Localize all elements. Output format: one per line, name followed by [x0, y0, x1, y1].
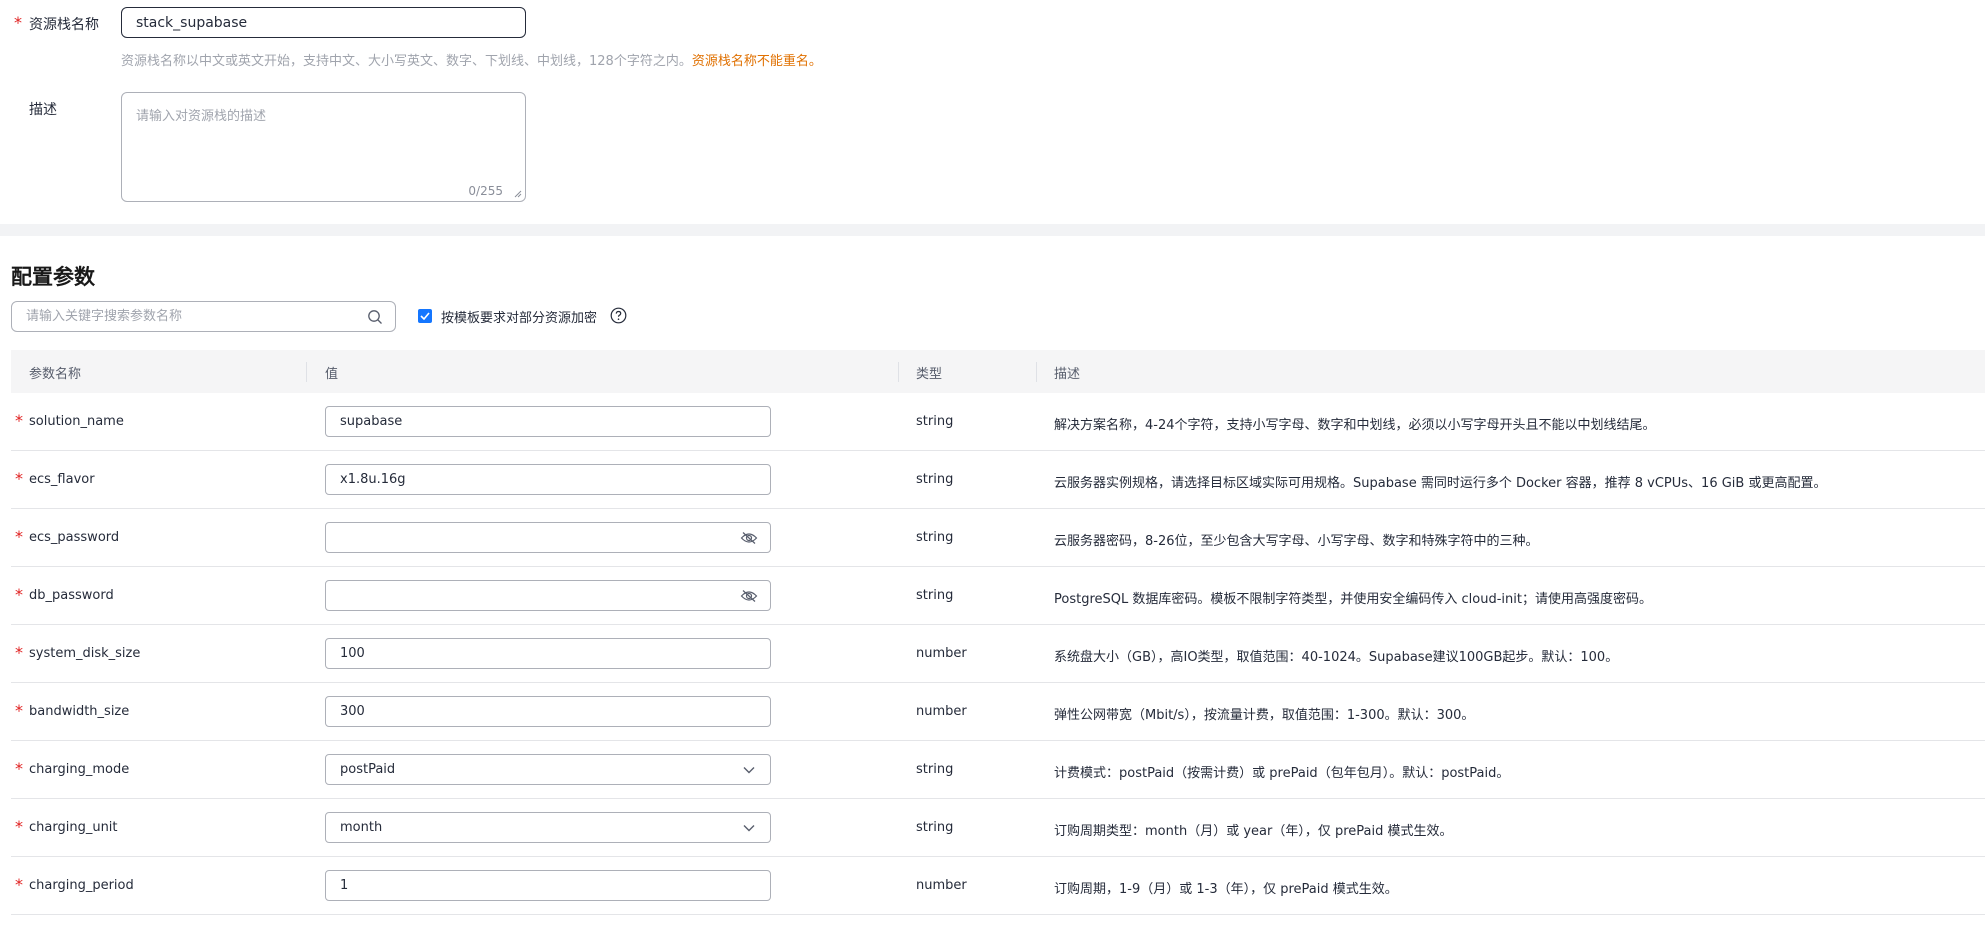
password-input[interactable] [325, 522, 771, 553]
param-name: solution_name [29, 414, 124, 429]
param-name: ecs_flavor [29, 472, 95, 487]
param-name: system_disk_size [29, 646, 141, 661]
column-divider [898, 362, 899, 382]
required-marker: * [15, 411, 23, 430]
table-header: 参数名称 值 类型 描述 [11, 350, 1985, 393]
help-icon[interactable] [610, 307, 627, 324]
stack-name-label: 资源栈名称 [29, 17, 99, 33]
param-value: 1 [340, 878, 349, 893]
required-marker: * [15, 701, 23, 720]
param-value: postPaid [340, 762, 396, 777]
table-row: * bandwidth_size 300 number 弹性公网带宽（Mbit/… [11, 683, 1985, 741]
required-marker: * [15, 817, 23, 836]
param-value-input[interactable]: 300 [325, 696, 771, 727]
param-description: 弹性公网带宽（Mbit/s），按流量计费，取值范围：1-300。默认：300。 [1054, 708, 1475, 723]
param-type: string [916, 472, 954, 487]
param-search-box [11, 301, 396, 332]
param-description: 订购周期，1-9（月）或 1-3（年），仅 prePaid 模式生效。 [1054, 882, 1398, 897]
param-name: ecs_password [29, 530, 120, 545]
param-value: supabase [340, 414, 403, 429]
param-type: string [916, 820, 954, 835]
param-value-input[interactable]: 1 [325, 870, 771, 901]
eye-off-icon[interactable] [740, 589, 758, 603]
param-type: number [916, 704, 967, 719]
param-value: x1.8u.16g [340, 472, 406, 487]
description-textarea[interactable] [122, 93, 525, 201]
required-marker: * [15, 643, 23, 662]
required-marker: * [15, 527, 23, 546]
param-search-input[interactable] [12, 302, 395, 331]
column-header-description: 描述 [1054, 367, 1081, 382]
param-value-input[interactable]: supabase [325, 406, 771, 437]
required-marker: * [14, 13, 22, 32]
stack-name-hint: 资源栈名称以中文或英文开始，支持中文、大小写英文、数字、下划线、中划线，128个… [121, 54, 822, 69]
required-marker: * [15, 759, 23, 778]
table-row: * db_password string PostgreSQL 数据库密码。模板… [11, 567, 1985, 625]
chevron-down-icon [743, 825, 755, 832]
param-type: number [916, 646, 967, 661]
search-icon[interactable] [367, 309, 383, 325]
param-value: month [340, 820, 383, 835]
param-value: 300 [340, 704, 365, 719]
column-divider [306, 362, 307, 382]
param-value-input[interactable]: 100 [325, 638, 771, 669]
param-description: 解决方案名称，4-24个字符，支持小写字母、数字和中划线，必须以小写字母开头且不… [1054, 418, 1656, 433]
param-type: string [916, 762, 954, 777]
stack-name-input[interactable] [121, 7, 526, 38]
table-row: * charging_period 1 number 订购周期，1-9（月）或 … [11, 857, 1985, 915]
param-description: 云服务器实例规格，请选择目标区域实际可用规格。Supabase 需同时运行多个 … [1054, 476, 1827, 491]
required-marker: * [15, 469, 23, 488]
table-row: * solution_name supabase string 解决方案名称，4… [11, 393, 1985, 451]
check-icon [420, 312, 430, 320]
chevron-down-icon [743, 767, 755, 774]
table-row: * ecs_flavor x1.8u.16g string 云服务器实例规格，请… [11, 451, 1985, 509]
param-name: charging_unit [29, 820, 118, 835]
param-name: bandwidth_size [29, 704, 130, 719]
column-divider [1036, 362, 1037, 382]
description-field: 0/255 [121, 92, 526, 202]
param-value: 100 [340, 646, 365, 661]
param-name: charging_period [29, 878, 134, 893]
param-description: 计费模式：postPaid（按需计费）或 prePaid（包年包月）。默认：po… [1054, 766, 1510, 781]
param-description: 系统盘大小（GB），高IO类型，取值范围：40-1024。Supabase建议1… [1054, 650, 1619, 665]
charging-mode-select[interactable]: postPaid [325, 754, 771, 785]
column-header-type: 类型 [916, 367, 943, 382]
param-name: charging_mode [29, 762, 130, 777]
column-header-name: 参数名称 [29, 367, 82, 382]
section-divider [0, 224, 1985, 236]
param-type: string [916, 530, 954, 545]
resize-icon[interactable] [512, 188, 522, 198]
config-section-title: 配置参数 [11, 265, 95, 289]
eye-off-icon[interactable] [740, 531, 758, 545]
param-type: number [916, 878, 967, 893]
table-row: * charging_unit month string 订购周期类型：mont… [11, 799, 1985, 857]
description-counter: 0/255 [468, 184, 503, 198]
encrypt-label: 按模板要求对部分资源加密 [441, 311, 598, 326]
param-description: 订购周期类型：month（月）或 year（年），仅 prePaid 模式生效。 [1054, 824, 1453, 839]
required-marker: * [15, 875, 23, 894]
table-row: * system_disk_size 100 number 系统盘大小（GB），… [11, 625, 1985, 683]
encrypt-checkbox[interactable] [418, 309, 432, 323]
required-marker: * [15, 585, 23, 604]
param-value-input[interactable]: x1.8u.16g [325, 464, 771, 495]
table-row: * ecs_password string 云服务器密码，8-26位，至少包含大… [11, 509, 1985, 567]
password-input[interactable] [325, 580, 771, 611]
stack-name-warning: 资源栈名称不能重名。 [691, 54, 822, 69]
table-row: * charging_mode postPaid string 计费模式：pos… [11, 741, 1985, 799]
param-type: string [916, 414, 954, 429]
charging-unit-select[interactable]: month [325, 812, 771, 843]
param-description: PostgreSQL 数据库密码。模板不限制字符类型，并使用安全编码传入 clo… [1054, 592, 1652, 607]
column-header-value: 值 [325, 367, 339, 382]
param-type: string [916, 588, 954, 603]
param-description: 云服务器密码，8-26位，至少包含大写字母、小写字母、数字和特殊字符中的三种。 [1054, 534, 1539, 549]
description-label: 描述 [29, 102, 57, 118]
param-name: db_password [29, 588, 114, 603]
